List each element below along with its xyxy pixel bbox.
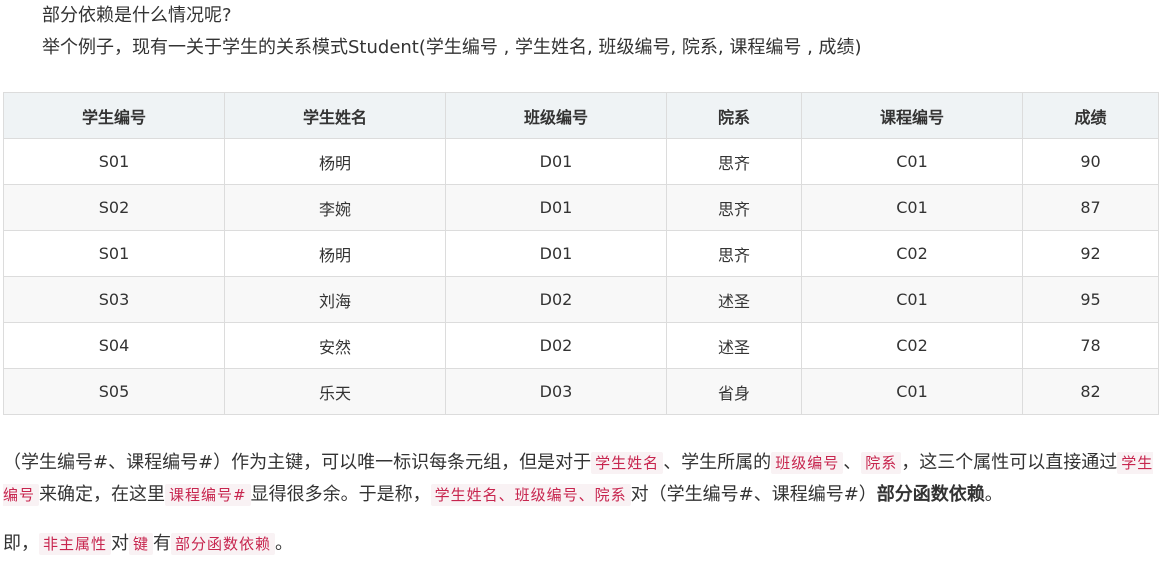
header-course-id: 课程编号 — [801, 92, 1023, 139]
table-cell: 省身 — [666, 368, 802, 415]
header-score: 成绩 — [1022, 92, 1159, 139]
table-cell: D02 — [445, 322, 667, 369]
table-cell: S02 — [3, 184, 225, 231]
table-cell: 杨明 — [224, 230, 446, 277]
explain-text: 、学生所属的 — [663, 452, 772, 473]
table-cell: D01 — [445, 138, 667, 185]
conclusion-text: 对 — [111, 533, 130, 554]
table-row: S02 李婉 D01 思齐 C01 87 — [3, 184, 1159, 231]
table-cell: 82 — [1022, 368, 1159, 415]
explain-text: （学生编号#、课程编号#）作为主键，可以唯一标识每条元组，但是对于 — [3, 452, 592, 473]
header-row: 学生编号 学生姓名 班级编号 院系 课程编号 成绩 — [3, 92, 1159, 139]
table-cell: D01 — [445, 230, 667, 277]
header-department: 院系 — [666, 92, 802, 139]
table-header: 学生编号 学生姓名 班级编号 院系 课程编号 成绩 — [3, 92, 1159, 139]
table-cell: S03 — [3, 276, 225, 323]
explain-text: 来确定，在这里 — [39, 484, 166, 505]
inline-code-non-prime-attribute: 非主属性 — [39, 533, 112, 555]
conclusion-paragraph: 即， 非主属性对键有部分函数依赖。 — [3, 528, 293, 560]
table-cell: 述圣 — [666, 276, 802, 323]
explain-text: 对（学生编号#、课程编号#） — [630, 484, 877, 505]
student-table: 学生编号 学生姓名 班级编号 院系 课程编号 成绩 S01 杨明 D01 思齐 … — [3, 92, 1159, 415]
table-cell: 思齐 — [666, 184, 802, 231]
conclusion-text: 。 — [275, 533, 294, 554]
explain-text: 。 — [984, 484, 1003, 505]
table-cell: 杨明 — [224, 138, 446, 185]
table-cell: C01 — [801, 368, 1023, 415]
inline-code-student-name: 学生姓名 — [591, 452, 664, 474]
table-row: S01 杨明 D01 思齐 C01 90 — [3, 138, 1159, 185]
inline-code-course-id: 课程编号# — [165, 484, 251, 506]
explain-text: 、 — [843, 452, 862, 473]
intro-question: 部分依赖是什么情况呢? — [42, 5, 232, 26]
inline-code-partial-dependency: 部分函数依赖 — [171, 533, 276, 555]
table-cell: 思齐 — [666, 138, 802, 185]
table-cell: C02 — [801, 230, 1023, 277]
table-row: S04 安然 D02 述圣 C02 78 — [3, 322, 1159, 369]
conclusion-text: 有 — [153, 533, 172, 554]
table-cell: S04 — [3, 322, 225, 369]
table-row: S03 刘海 D02 述圣 C01 95 — [3, 276, 1159, 323]
intro-example: 举个例子，现有一关于学生的关系模式Student(学生编号 , 学生姓名, 班级… — [42, 37, 862, 58]
explanation-paragraph: （学生编号#、课程编号#）作为主键，可以唯一标识每条元组，但是对于 学生姓名 、学生… — [3, 447, 1163, 511]
table-cell: S05 — [3, 368, 225, 415]
inline-code-attributes: 学生姓名、班级编号、院系 — [430, 484, 631, 506]
inline-code-class-id: 班级编号 — [771, 452, 844, 474]
inline-code-key: 键 — [129, 533, 154, 555]
table-cell: C01 — [801, 184, 1023, 231]
conclusion-text: 即， — [3, 533, 39, 554]
header-student-name: 学生姓名 — [224, 92, 446, 139]
table-cell: 90 — [1022, 138, 1159, 185]
table-cell: 述圣 — [666, 322, 802, 369]
table-cell: C01 — [801, 276, 1023, 323]
table-cell: C01 — [801, 138, 1023, 185]
table-cell: 李婉 — [224, 184, 446, 231]
table-cell: 刘海 — [224, 276, 446, 323]
table-cell: 思齐 — [666, 230, 802, 277]
table-cell: 乐天 — [224, 368, 446, 415]
table-cell: D03 — [445, 368, 667, 415]
explain-text: 显得很多余。于是称， — [250, 484, 431, 505]
table-cell: 87 — [1022, 184, 1159, 231]
explain-text: ，这三个属性可以直接通过 — [901, 452, 1118, 473]
table-body: S01 杨明 D01 思齐 C01 90 S02 李婉 D01 思齐 C01 8… — [3, 138, 1159, 415]
table-cell: 78 — [1022, 322, 1159, 369]
table-cell: D02 — [445, 276, 667, 323]
table-row: S01 杨明 D01 思齐 C02 92 — [3, 230, 1159, 277]
header-student-id: 学生编号 — [3, 92, 225, 139]
inline-code-department: 院系 — [861, 452, 902, 474]
table-row: S05 乐天 D03 省身 C01 82 — [3, 368, 1159, 415]
intro-text: 部分依赖是什么情况呢? 举个例子，现有一关于学生的关系模式Student(学生编… — [42, 0, 862, 64]
bold-term-partial-dependency: 部分函数依赖 — [876, 484, 985, 505]
header-class-id: 班级编号 — [445, 92, 667, 139]
table-cell: S01 — [3, 138, 225, 185]
table-cell: S01 — [3, 230, 225, 277]
table-cell: 安然 — [224, 322, 446, 369]
table-cell: 92 — [1022, 230, 1159, 277]
table-cell: D01 — [445, 184, 667, 231]
table-cell: 95 — [1022, 276, 1159, 323]
table-cell: C02 — [801, 322, 1023, 369]
